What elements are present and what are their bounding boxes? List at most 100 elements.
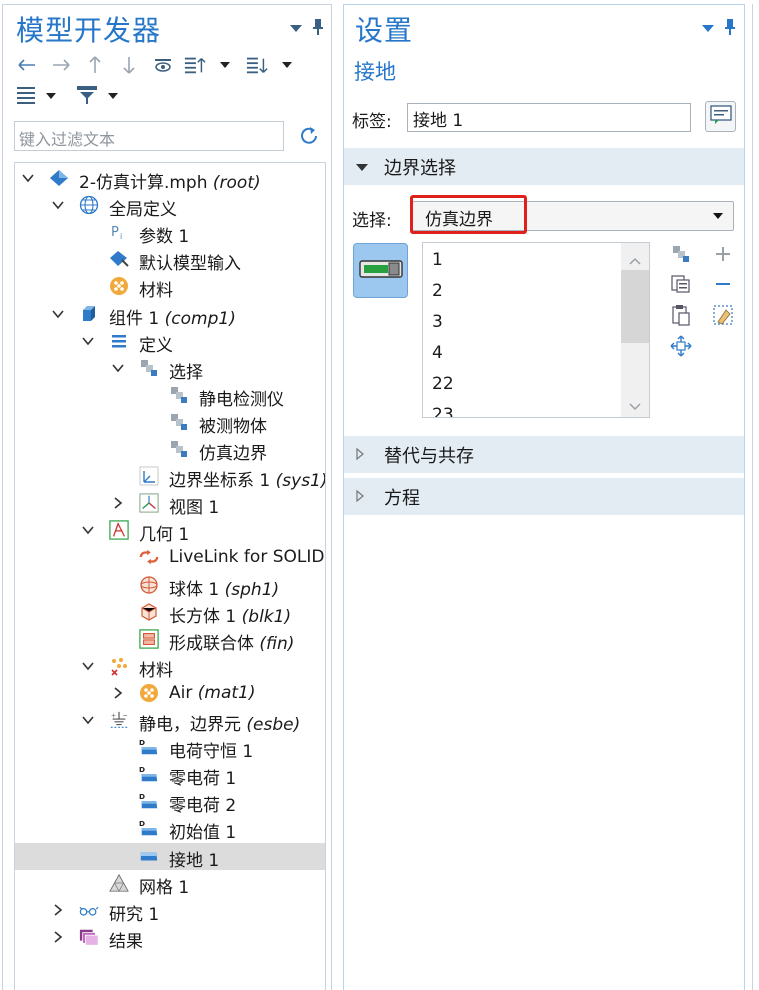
tree-node[interactable]: 仿真边界 xyxy=(15,436,325,464)
tree-node[interactable]: 选择 xyxy=(15,355,325,383)
list-item[interactable]: 22 xyxy=(432,369,454,400)
tree-node-tag: (sph1) xyxy=(224,579,280,600)
tree-node[interactable]: 长方体 1 (blk1) xyxy=(15,599,325,627)
expand-sections-caret-icon[interactable] xyxy=(220,62,230,68)
tree-node[interactable]: LiveLink for SOLIDWORKS xyxy=(15,544,325,571)
chevron-down-icon[interactable] xyxy=(81,334,95,348)
list-item[interactable]: 4 xyxy=(432,338,443,369)
tree-node[interactable]: 材料 xyxy=(15,273,325,301)
model-tree[interactable]: 2-仿真计算.mph (root) 全局定义 Pi 参数 1 默认模型输入 材料 组件 1 … xyxy=(14,162,326,990)
section-boundary-selection[interactable]: 边界选择 xyxy=(344,148,744,185)
zoom-selection-icon[interactable] xyxy=(669,334,693,358)
list-scroll-thumb[interactable] xyxy=(621,270,649,343)
copy-selection-icon[interactable] xyxy=(669,242,693,266)
list-item[interactable]: 3 xyxy=(432,307,443,338)
tree-node[interactable]: 2-仿真计算.mph (root) xyxy=(15,165,325,193)
refresh-icon[interactable] xyxy=(298,125,320,147)
section-override[interactable]: 替代与共存 xyxy=(344,436,744,473)
file-icon xyxy=(49,168,69,188)
scroll-down-icon[interactable] xyxy=(629,396,641,415)
chevron-down-icon[interactable] xyxy=(51,307,65,321)
panel-menu-icon[interactable] xyxy=(290,22,302,36)
list-item[interactable]: 23 xyxy=(432,400,454,417)
tree-view-caret-icon[interactable] xyxy=(46,93,56,99)
tree-node[interactable]: Air (mat1) xyxy=(15,680,325,707)
tree-node[interactable]: 定义 xyxy=(15,328,325,356)
collapse-sections-icon[interactable] xyxy=(246,54,268,76)
dropdown-caret-icon[interactable] xyxy=(713,213,723,219)
tree-node[interactable]: 形成联合体 (fin) xyxy=(15,626,325,654)
tree-node[interactable]: 被测物体 xyxy=(15,409,325,437)
section-equation[interactable]: 方程 xyxy=(344,478,744,515)
chevron-down-icon[interactable] xyxy=(51,198,65,212)
tree-node[interactable]: 几何 1 xyxy=(15,517,325,545)
tree-node[interactable]: 研究 1 xyxy=(15,897,325,925)
comment-button[interactable] xyxy=(705,101,736,132)
move-right-icon[interactable] xyxy=(50,54,72,76)
tree-view-icon[interactable] xyxy=(16,84,38,106)
chevron-right-icon[interactable] xyxy=(51,930,65,944)
tree-node[interactable]: 边界坐标系 1 (sys1) xyxy=(15,463,325,491)
tree-node[interactable]: D 初始值 1 xyxy=(15,815,325,844)
filter-icon[interactable] xyxy=(76,84,98,106)
chevron-down-icon[interactable] xyxy=(81,713,95,727)
tree-node[interactable]: 全局定义 xyxy=(15,192,325,220)
model-input-icon xyxy=(109,249,129,269)
add-icon[interactable] xyxy=(711,242,735,266)
tree-node[interactable]: 视图 1 xyxy=(15,490,325,518)
chevron-down-icon[interactable] xyxy=(111,361,125,375)
boundary-list[interactable]: 1 2 3 4 22 23 xyxy=(422,242,650,418)
label-input[interactable]: 接地 1 xyxy=(407,103,691,132)
tree-node[interactable]: D 零电荷 1 xyxy=(15,761,325,789)
settings-pin-icon[interactable] xyxy=(725,19,735,38)
tree-node[interactable]: 结果 xyxy=(15,924,325,952)
svg-text:P: P xyxy=(111,225,119,240)
tree-node[interactable]: 静电检测仪 xyxy=(15,382,325,410)
selection-icon xyxy=(169,439,189,459)
tree-node[interactable]: 接地 1 xyxy=(15,842,325,871)
chevron-right-icon[interactable] xyxy=(111,496,125,510)
tree-node-label: 长方体 1 (blk1) xyxy=(169,602,291,627)
tree-node[interactable]: + − 静电，边界元 (esbe) xyxy=(15,707,325,735)
tree-node-tag: (root) xyxy=(212,173,261,193)
tree-node[interactable]: 组件 1 (comp1) xyxy=(15,301,325,329)
remove-icon[interactable] xyxy=(711,272,735,296)
selection-icon xyxy=(169,385,189,405)
tree-node-label: 默认模型输入 xyxy=(139,249,241,274)
tree-node[interactable]: 球体 1 (sph1) xyxy=(15,572,325,600)
move-down-icon[interactable] xyxy=(118,54,140,76)
sphere-icon xyxy=(139,575,159,595)
pin-icon[interactable] xyxy=(313,19,323,38)
move-up-icon[interactable] xyxy=(84,54,106,76)
settings-menu-icon[interactable] xyxy=(702,22,714,36)
activate-selection-toggle[interactable] xyxy=(353,243,408,298)
filter-input[interactable]: 键入过滤文本 xyxy=(14,121,284,151)
expand-sections-icon[interactable] xyxy=(184,54,206,76)
tree-node[interactable]: Pi 参数 1 xyxy=(15,219,325,247)
tree-node-text: 电荷守恒 1 xyxy=(169,742,254,763)
collapse-sections-caret-icon[interactable] xyxy=(282,62,292,68)
move-left-icon[interactable] xyxy=(16,54,38,76)
chevron-down-icon[interactable] xyxy=(21,171,35,185)
list-item[interactable]: 2 xyxy=(432,276,443,307)
chevron-down-icon[interactable] xyxy=(81,659,95,673)
section-label: 方程 xyxy=(384,487,420,509)
tree-node[interactable]: 默认模型输入 xyxy=(15,246,325,274)
list-item[interactable]: 1 xyxy=(432,245,443,276)
tree-node[interactable]: D 零电荷 2 xyxy=(15,788,325,816)
tree-node[interactable]: D 电荷守恒 1 xyxy=(15,734,325,763)
filter-caret-icon[interactable] xyxy=(108,93,118,99)
paste-selection-icon[interactable] xyxy=(669,272,693,296)
chevron-down-icon[interactable] xyxy=(81,523,95,537)
clear-selection-icon[interactable] xyxy=(711,303,735,327)
tree-node[interactable]: 网格 1 xyxy=(15,870,325,898)
chevron-right-icon[interactable] xyxy=(111,686,125,700)
show-icon[interactable] xyxy=(152,54,174,76)
ground-icon xyxy=(139,846,159,866)
chevron-right-icon[interactable] xyxy=(51,903,65,917)
boundary-condition-icon: D xyxy=(139,791,159,811)
clipboard-icon[interactable] xyxy=(669,303,693,327)
tree-node[interactable]: 材料 xyxy=(15,653,325,681)
tree-node-label: 参数 1 xyxy=(139,222,189,247)
scroll-up-icon[interactable] xyxy=(629,250,641,269)
